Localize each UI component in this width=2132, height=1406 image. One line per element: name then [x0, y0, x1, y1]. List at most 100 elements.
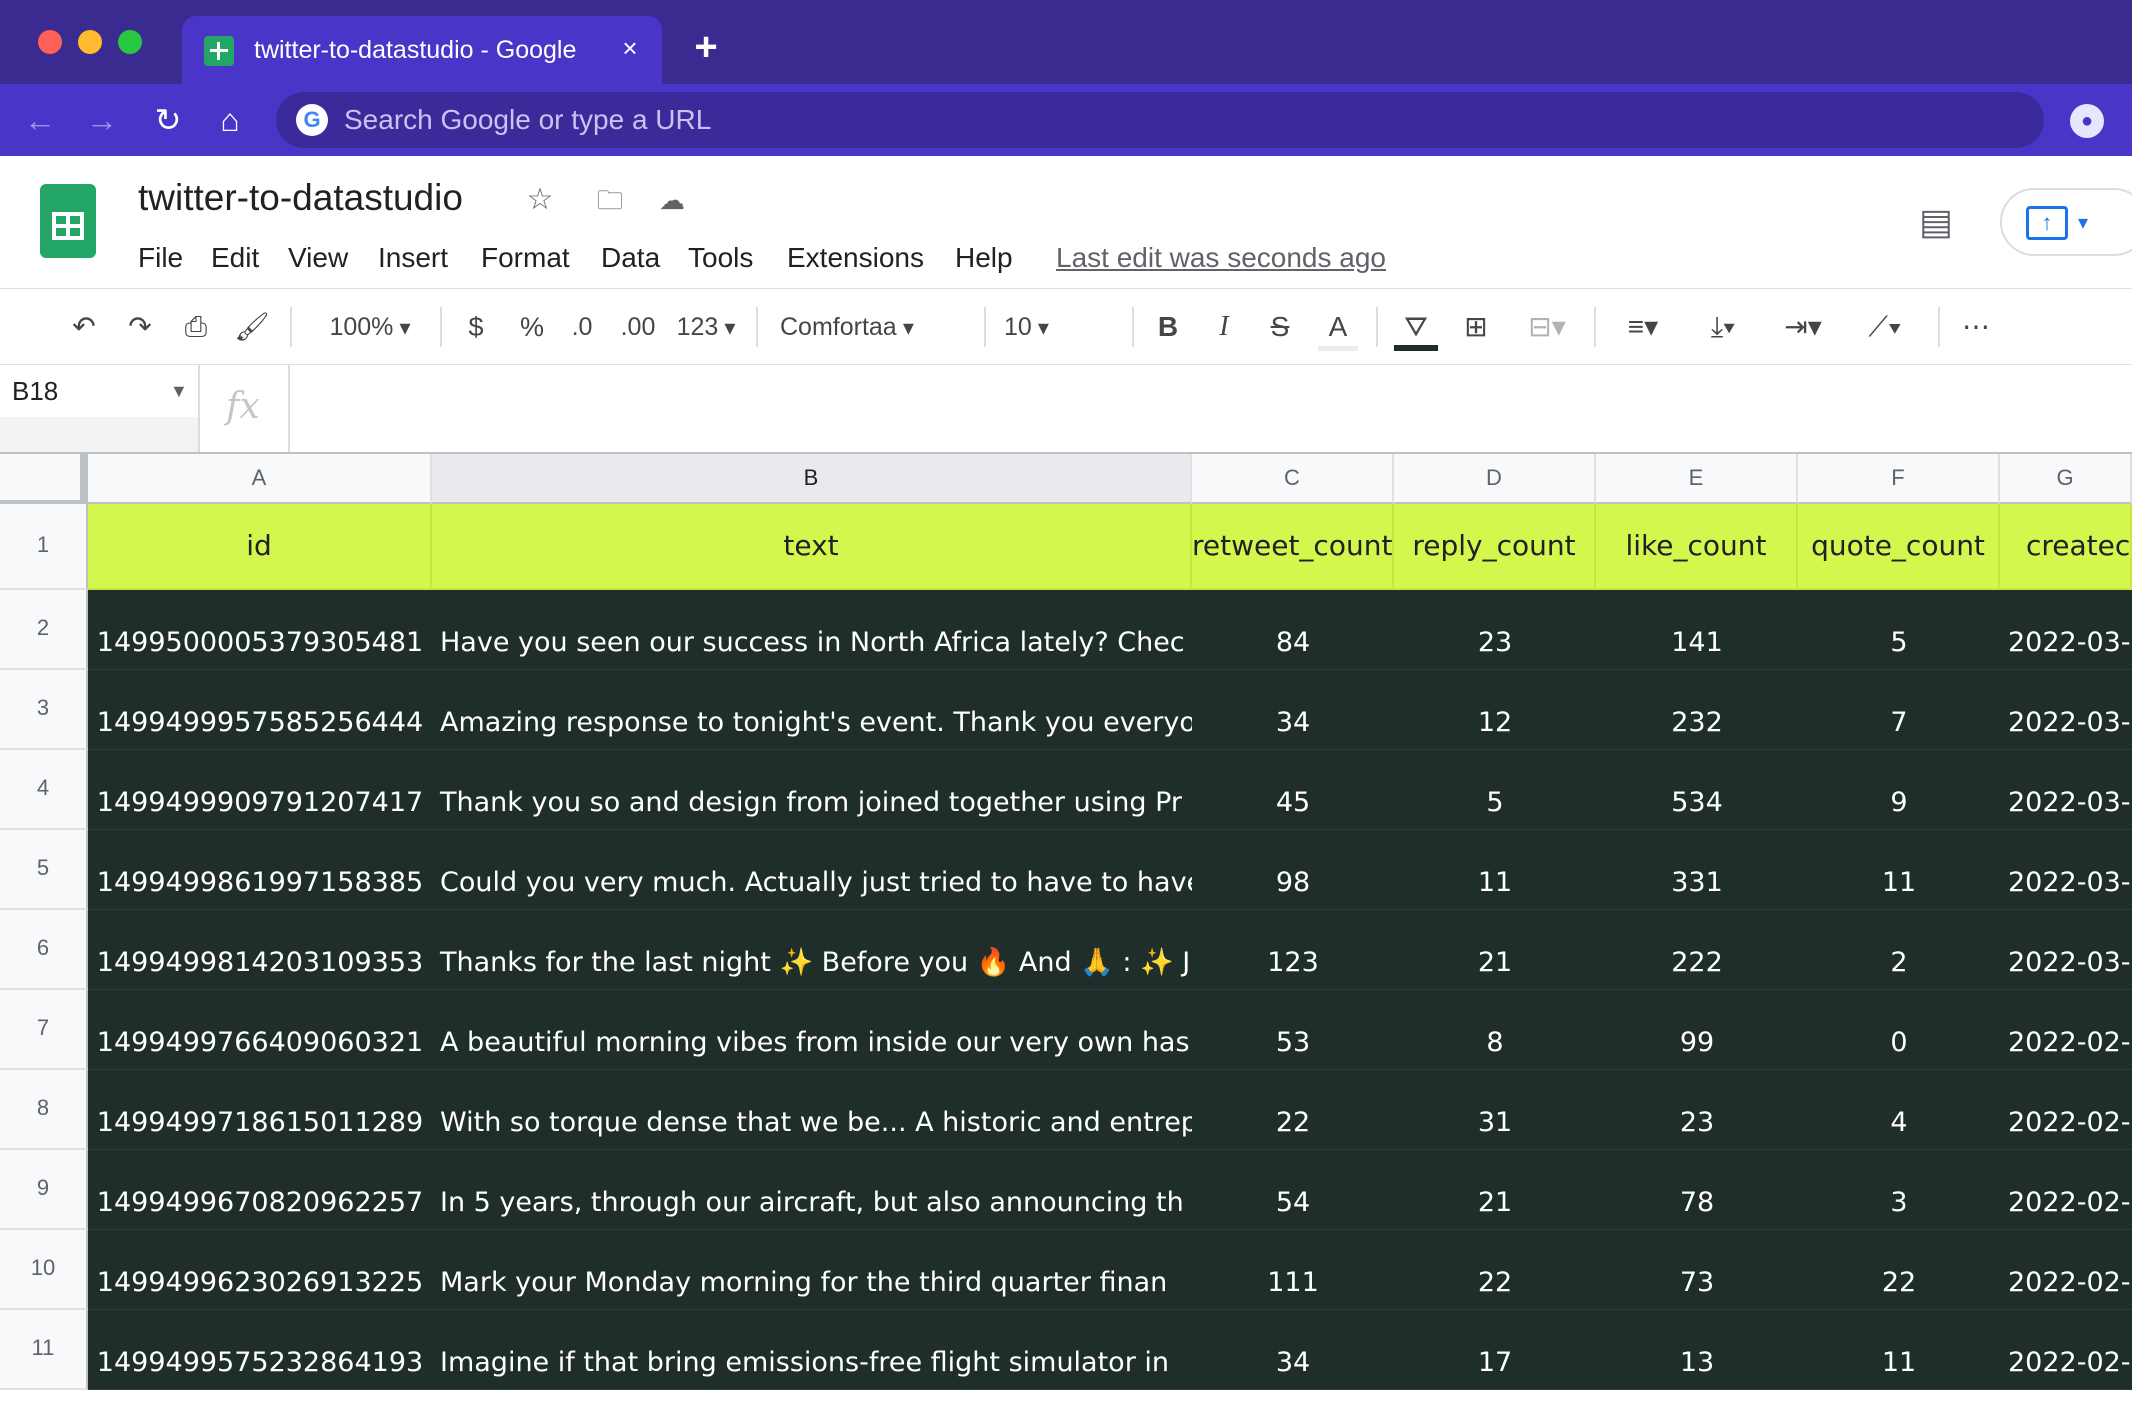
cell-f4[interactable]: 9	[1798, 750, 2000, 830]
row-header-4[interactable]: 4	[0, 750, 88, 830]
maximize-window-button[interactable]	[118, 30, 142, 54]
menu-edit[interactable]: Edit	[211, 238, 259, 278]
header-cell-like-count[interactable]: like_count	[1596, 504, 1798, 590]
minimize-window-button[interactable]	[78, 30, 102, 54]
font-size-select[interactable]: 10	[1004, 303, 1122, 351]
cell-a2[interactable]: 1499500005379305481	[88, 590, 432, 670]
cell-c10[interactable]: 111	[1192, 1230, 1394, 1310]
row-header-6[interactable]: 6	[0, 910, 88, 990]
format-currency-button[interactable]: $	[456, 303, 496, 351]
row-header-10[interactable]: 10	[0, 1230, 88, 1310]
more-options-icon[interactable]: ⋯	[1954, 303, 1998, 351]
row-header-8[interactable]: 8	[0, 1070, 88, 1150]
menu-extensions[interactable]: Extensions	[787, 238, 924, 278]
cell-c6[interactable]: 123	[1192, 910, 1394, 990]
cell-b5[interactable]: Could you very much. Actually just tried…	[432, 830, 1192, 910]
cell-g9[interactable]: 2022-02-2	[2000, 1150, 2132, 1230]
increase-decimal-button[interactable]: .00	[612, 303, 664, 351]
cell-b3[interactable]: Amazing response to tonight's event. Tha…	[432, 670, 1192, 750]
strikethrough-button[interactable]: S	[1260, 303, 1300, 351]
address-bar[interactable]: G Search Google or type a URL	[276, 92, 2044, 148]
column-header-a[interactable]: A	[88, 454, 432, 504]
menu-tools[interactable]: Tools	[688, 238, 753, 278]
cell-f3[interactable]: 7	[1798, 670, 2000, 750]
cell-g5[interactable]: 2022-03-0	[2000, 830, 2132, 910]
italic-button[interactable]: I	[1204, 303, 1244, 351]
move-folder-icon[interactable]: 🗀	[592, 182, 628, 218]
cell-f6[interactable]: 2	[1798, 910, 2000, 990]
present-button[interactable]: ↑ ▾	[2000, 188, 2132, 256]
cell-e6[interactable]: 222	[1596, 910, 1798, 990]
comment-history-icon[interactable]: ▤	[1914, 200, 1958, 244]
cell-c11[interactable]: 34	[1192, 1310, 1394, 1390]
cell-g4[interactable]: 2022-03-0	[2000, 750, 2132, 830]
merge-cells-icon[interactable]: ⊟▾	[1512, 303, 1582, 351]
cell-c3[interactable]: 34	[1192, 670, 1394, 750]
horizontal-align-icon[interactable]: ≡▾	[1610, 303, 1676, 351]
cell-d10[interactable]: 22	[1394, 1230, 1596, 1310]
profile-icon[interactable]: ●	[2070, 104, 2104, 138]
cell-b2[interactable]: Have you seen our success in North Afric…	[432, 590, 1192, 670]
cell-g10[interactable]: 2022-02-2	[2000, 1230, 2132, 1310]
new-tab-button[interactable]: +	[688, 27, 724, 67]
cell-a7[interactable]: 1499499766409060321	[88, 990, 432, 1070]
cell-g11[interactable]: 2022-02-2	[2000, 1310, 2132, 1390]
cell-f10[interactable]: 22	[1798, 1230, 2000, 1310]
header-cell-createc[interactable]: createc	[2000, 504, 2132, 590]
paint-format-icon[interactable]: 🖌	[230, 303, 274, 351]
document-title[interactable]: twitter-to-datastudio	[138, 176, 463, 220]
borders-icon[interactable]: ⊞	[1454, 303, 1498, 351]
cell-e8[interactable]: 23	[1596, 1070, 1798, 1150]
cell-e5[interactable]: 331	[1596, 830, 1798, 910]
more-formats-select[interactable]: 123	[670, 303, 742, 351]
cell-g7[interactable]: 2022-02-2	[2000, 990, 2132, 1070]
cell-c2[interactable]: 84	[1192, 590, 1394, 670]
cell-b4[interactable]: Thank you so and design from joined toge…	[432, 750, 1192, 830]
menu-format[interactable]: Format	[481, 238, 570, 278]
cell-a6[interactable]: 1499499814203109353	[88, 910, 432, 990]
column-header-b[interactable]: B	[432, 454, 1192, 504]
cell-f2[interactable]: 5	[1798, 590, 2000, 670]
format-percent-button[interactable]: %	[512, 303, 552, 351]
text-wrapping-icon[interactable]: ⇥▾	[1770, 303, 1836, 351]
header-cell-quote-count[interactable]: quote_count	[1798, 504, 2000, 590]
cell-g3[interactable]: 2022-03-0	[2000, 670, 2132, 750]
header-cell-retweet-count[interactable]: retweet_count	[1192, 504, 1394, 590]
menu-insert[interactable]: Insert	[378, 238, 448, 278]
cell-d5[interactable]: 11	[1394, 830, 1596, 910]
row-header-2[interactable]: 2	[0, 590, 88, 670]
cell-c5[interactable]: 98	[1192, 830, 1394, 910]
cell-b7[interactable]: A beautiful morning vibes from inside ou…	[432, 990, 1192, 1070]
cell-d8[interactable]: 31	[1394, 1070, 1596, 1150]
row-header-9[interactable]: 9	[0, 1150, 88, 1230]
forward-arrow-icon[interactable]: →	[82, 100, 122, 140]
bold-button[interactable]: B	[1148, 303, 1188, 351]
text-rotation-icon[interactable]: ⟋▾	[1850, 303, 1920, 351]
row-header-5[interactable]: 5	[0, 830, 88, 910]
cell-e11[interactable]: 13	[1596, 1310, 1798, 1390]
cell-a5[interactable]: 1499499861997158385	[88, 830, 432, 910]
text-color-button[interactable]: A	[1318, 303, 1358, 351]
cell-g8[interactable]: 2022-02-2	[2000, 1070, 2132, 1150]
header-cell-text[interactable]: text	[432, 504, 1192, 590]
back-arrow-icon[interactable]: ←	[20, 100, 60, 140]
row-header-7[interactable]: 7	[0, 990, 88, 1070]
home-icon[interactable]: ⌂	[210, 100, 250, 140]
close-window-button[interactable]	[38, 30, 62, 54]
cell-d7[interactable]: 8	[1394, 990, 1596, 1070]
decrease-decimal-button[interactable]: .0	[560, 303, 604, 351]
row-header-1[interactable]: 1	[0, 504, 88, 590]
cell-b11[interactable]: Imagine if that bring emissions-free fli…	[432, 1310, 1192, 1390]
cell-f5[interactable]: 11	[1798, 830, 2000, 910]
column-header-c[interactable]: C	[1192, 454, 1394, 504]
formula-input[interactable]	[296, 381, 2096, 433]
cell-f7[interactable]: 0	[1798, 990, 2000, 1070]
cloud-status-icon[interactable]: ☁	[654, 182, 690, 218]
cell-c4[interactable]: 45	[1192, 750, 1394, 830]
menu-data[interactable]: Data	[601, 238, 660, 278]
cell-a9[interactable]: 1499499670820962257	[88, 1150, 432, 1230]
cell-a8[interactable]: 1499499718615011289	[88, 1070, 432, 1150]
cell-b6[interactable]: Thanks for the last night ✨ Before you 🔥…	[432, 910, 1192, 990]
print-icon[interactable]: ⎙	[174, 303, 218, 351]
column-header-f[interactable]: F	[1798, 454, 2000, 504]
